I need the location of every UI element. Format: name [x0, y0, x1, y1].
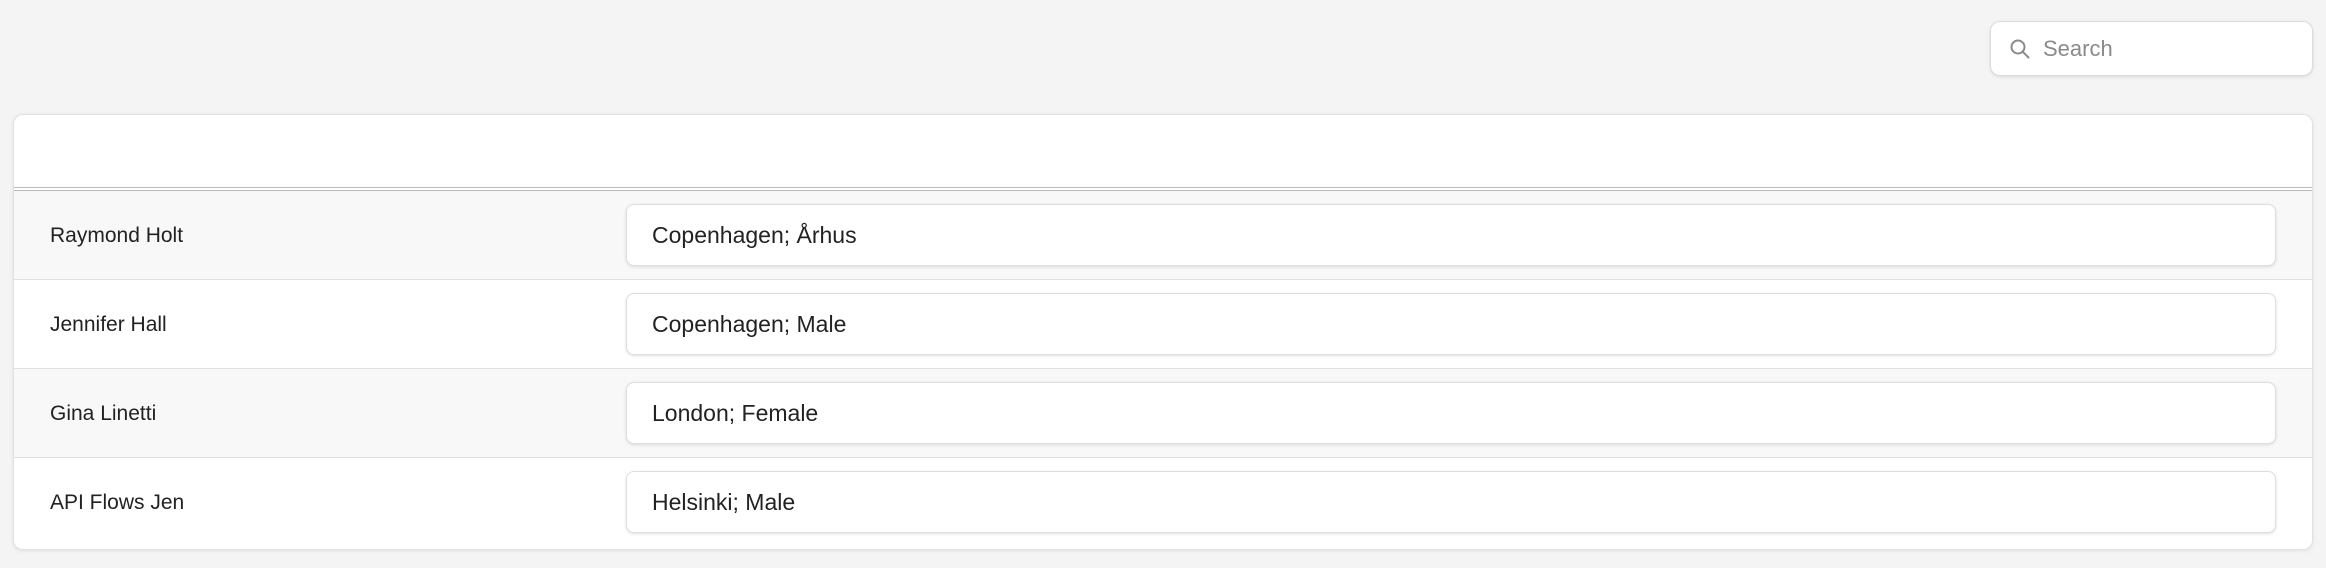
row-value-field[interactable]: Helsinki; Male — [626, 471, 2276, 533]
search-box[interactable] — [1990, 21, 2313, 76]
row-value: Copenhagen; Male — [652, 311, 847, 337]
row-name: Gina Linetti — [50, 402, 157, 425]
table-header — [14, 115, 2312, 191]
row-name: Jennifer Hall — [50, 313, 167, 336]
row-value: Copenhagen; Århus — [652, 222, 857, 248]
table-row[interactable]: Raymond Holt Copenhagen; Århus — [14, 191, 2312, 280]
table-row[interactable]: Jennifer Hall Copenhagen; Male — [14, 280, 2312, 369]
row-value-field[interactable]: Copenhagen; Århus — [626, 204, 2276, 266]
search-icon — [2009, 38, 2031, 60]
data-table-panel: Raymond Holt Copenhagen; Århus Jennifer … — [13, 114, 2313, 550]
row-value-field[interactable]: Copenhagen; Male — [626, 293, 2276, 355]
table-row[interactable]: Gina Linetti London; Female — [14, 369, 2312, 458]
row-value-field[interactable]: London; Female — [626, 382, 2276, 444]
row-name: Raymond Holt — [50, 224, 184, 247]
row-name: API Flows Jen — [50, 491, 185, 514]
search-input[interactable] — [2043, 22, 2298, 75]
row-value: Helsinki; Male — [652, 489, 796, 515]
row-value: London; Female — [652, 400, 819, 426]
table-row[interactable]: API Flows Jen Helsinki; Male — [14, 458, 2312, 547]
